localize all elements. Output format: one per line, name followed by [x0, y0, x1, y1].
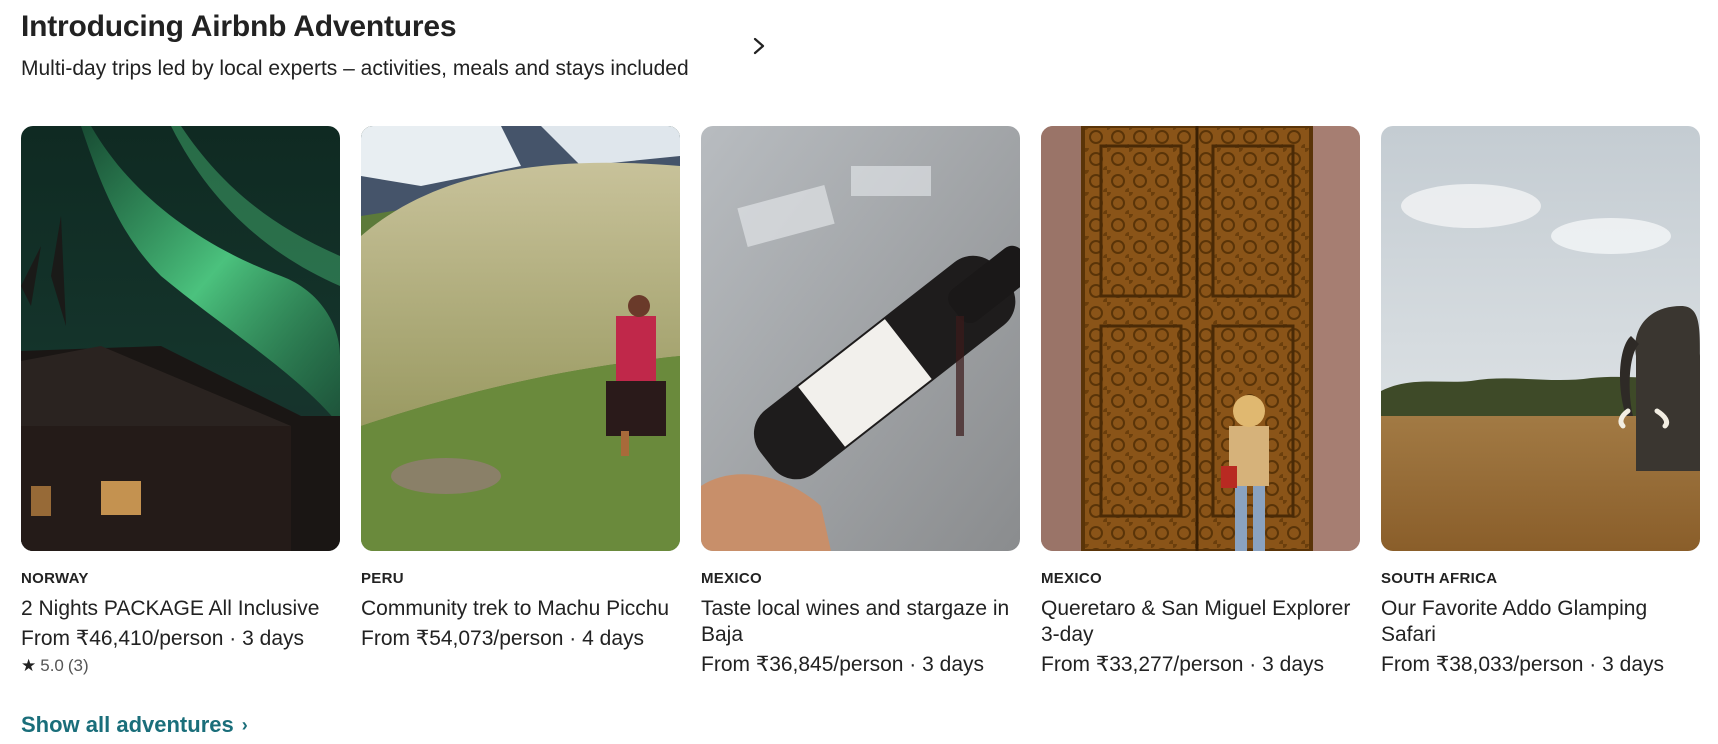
card-country: PERU: [361, 570, 404, 587]
chevron-right-icon: [753, 37, 765, 55]
card-image-andes-trek[interactable]: [361, 126, 680, 551]
card-price: From ₹36,845/person · 3 days: [701, 653, 984, 676]
card-country: MEXICO: [701, 570, 762, 587]
card-price: From ₹38,033/person · 3 days: [1381, 653, 1664, 676]
card-title: 2 Nights PACKAGE All Inclusive: [21, 597, 320, 620]
card-image-carved-door[interactable]: [1041, 126, 1360, 551]
card-title: Our Favorite Addo Glamping Safari: [1381, 597, 1648, 646]
adventure-card-queretaro[interactable]: MEXICO Queretaro & San Miguel Explorer 3…: [1041, 126, 1360, 679]
star-icon: ★: [21, 656, 37, 675]
card-country: MEXICO: [1041, 570, 1102, 587]
card-price: From ₹33,277/person · 3 days: [1041, 653, 1324, 676]
show-all-label: Show all adventures: [21, 712, 234, 737]
rating-value: 5.0: [40, 656, 64, 675]
show-all-adventures-link[interactable]: Show all adventures ›: [21, 712, 248, 738]
review-count: (3): [67, 656, 89, 675]
card-country: NORWAY: [21, 570, 89, 587]
section-title: Introducing Airbnb Adventures: [21, 10, 457, 43]
adventure-cards: NORWAY 2 Nights PACKAGE All Inclusive Fr…: [21, 126, 1700, 679]
section-header: Introducing Airbnb Adventures Multi-day …: [21, 8, 781, 84]
adventure-card-norway[interactable]: NORWAY 2 Nights PACKAGE All Inclusive Fr…: [21, 126, 340, 679]
card-image-northern-lights[interactable]: [21, 126, 340, 551]
card-title: Community trek to Machu Picchu: [361, 597, 670, 620]
next-button[interactable]: [748, 34, 770, 58]
card-rating: ★ 5.0 (3): [21, 655, 340, 677]
card-image-wine[interactable]: [701, 126, 1020, 551]
card-price: From ₹46,410/person · 3 days: [21, 627, 304, 650]
card-price: From ₹54,073/person · 4 days: [361, 627, 644, 650]
adventure-card-baja[interactable]: MEXICO Taste local wines and stargaze in…: [701, 126, 1020, 679]
adventure-card-peru[interactable]: PERU Community trek to Machu Picchu From…: [361, 126, 680, 679]
adventure-card-addo[interactable]: SOUTH AFRICA Our Favorite Addo Glamping …: [1381, 126, 1700, 679]
section-subtitle: Multi-day trips led by local experts – a…: [21, 57, 689, 80]
card-title: Taste local wines and stargaze in Baja: [701, 597, 1010, 646]
card-country: SOUTH AFRICA: [1381, 570, 1498, 587]
card-image-elephant[interactable]: [1381, 126, 1700, 551]
card-title: Queretaro & San Miguel Explorer 3-day: [1041, 597, 1351, 646]
chevron-right-icon: ›: [241, 715, 248, 735]
